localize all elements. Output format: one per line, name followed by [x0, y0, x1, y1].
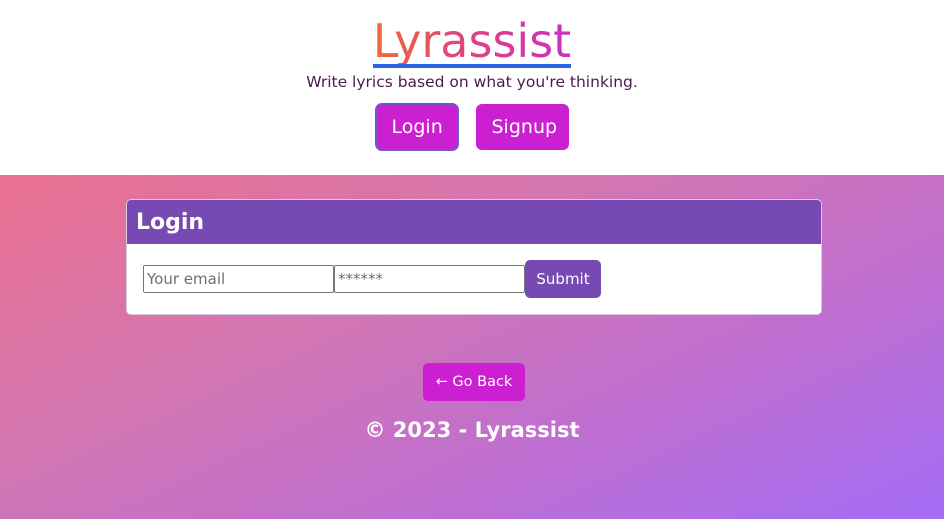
- brand-logo: Lyrassist: [0, 12, 944, 70]
- tagline: Write lyrics based on what you're thinki…: [306, 73, 638, 91]
- brand-link[interactable]: Lyrassist: [372, 12, 572, 70]
- go-back-button[interactable]: ← Go Back: [423, 363, 525, 401]
- main-section: Login Submit ← Go Back © 2023 - Lyrassis…: [0, 175, 944, 519]
- brand-text: Lyrassist: [372, 14, 572, 68]
- site-header: Lyrassist Write lyrics based on what you…: [0, 0, 944, 175]
- submit-button[interactable]: Submit: [525, 260, 601, 298]
- login-card: Login Submit: [126, 199, 822, 315]
- login-nav-button[interactable]: Login: [374, 103, 459, 151]
- login-card-title: Login: [127, 200, 821, 244]
- footer-copyright: © 2023 - Lyrassist: [364, 418, 580, 442]
- brand-underline: [372, 64, 572, 68]
- login-form: Submit: [143, 260, 601, 298]
- signup-nav-button[interactable]: Signup: [475, 104, 569, 150]
- auth-nav: Login Signup: [0, 103, 944, 151]
- password-input[interactable]: [334, 265, 525, 293]
- email-input[interactable]: [143, 265, 334, 293]
